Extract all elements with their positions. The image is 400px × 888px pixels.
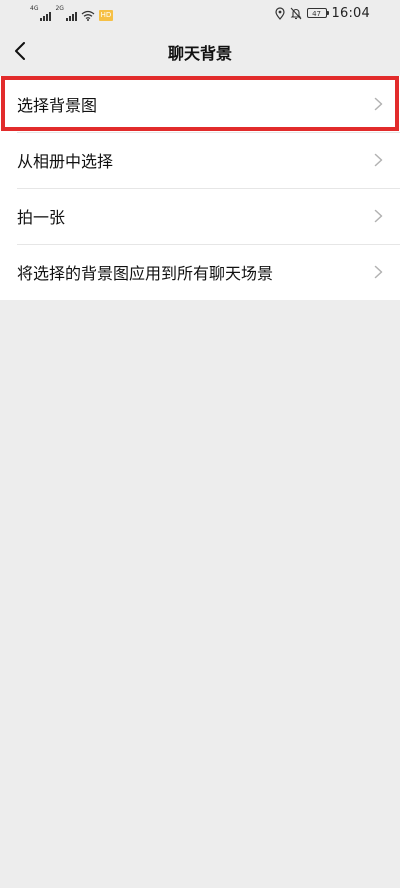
chevron-right-icon	[374, 209, 383, 223]
menu-item-label: 拍一张	[17, 208, 66, 227]
menu-item-choose-from-album[interactable]: 从相册中选择	[0, 132, 400, 188]
menu-item-take-photo[interactable]: 拍一张	[0, 188, 400, 244]
menu-item-label: 将选择的背景图应用到所有聊天场景	[17, 264, 274, 283]
chevron-right-icon	[374, 153, 383, 167]
wifi-icon	[81, 10, 95, 21]
menu-list: 选择背景图 从相册中选择 拍一张 将选择的背景图应用到所有聊天场景	[0, 76, 400, 300]
menu-item-label: 选择背景图	[17, 96, 98, 115]
network-type-label: 4G	[30, 5, 39, 12]
status-bar: 4G 2G HD 47 16:04	[0, 0, 400, 26]
signal-strength-icon-2	[65, 11, 77, 21]
signal-strength-icon	[40, 11, 52, 21]
location-icon	[274, 6, 285, 20]
battery-icon: 47	[306, 8, 329, 18]
status-time: 16:04	[331, 5, 370, 21]
network-type-label-2: 2G	[55, 5, 64, 12]
mute-bell-icon	[290, 7, 301, 19]
status-right: 47 16:04	[274, 4, 370, 22]
hd-badge-icon: HD	[98, 10, 113, 21]
chevron-right-icon	[374, 265, 383, 279]
status-left: 4G 2G HD	[30, 5, 113, 21]
nav-bar: 聊天背景	[0, 26, 400, 76]
chevron-right-icon	[374, 97, 383, 111]
menu-item-apply-to-all-chats[interactable]: 将选择的背景图应用到所有聊天场景	[0, 244, 400, 300]
menu-item-choose-background[interactable]: 选择背景图	[0, 76, 400, 132]
page-title: 聊天背景	[167, 44, 232, 63]
menu-item-label: 从相册中选择	[17, 152, 114, 171]
